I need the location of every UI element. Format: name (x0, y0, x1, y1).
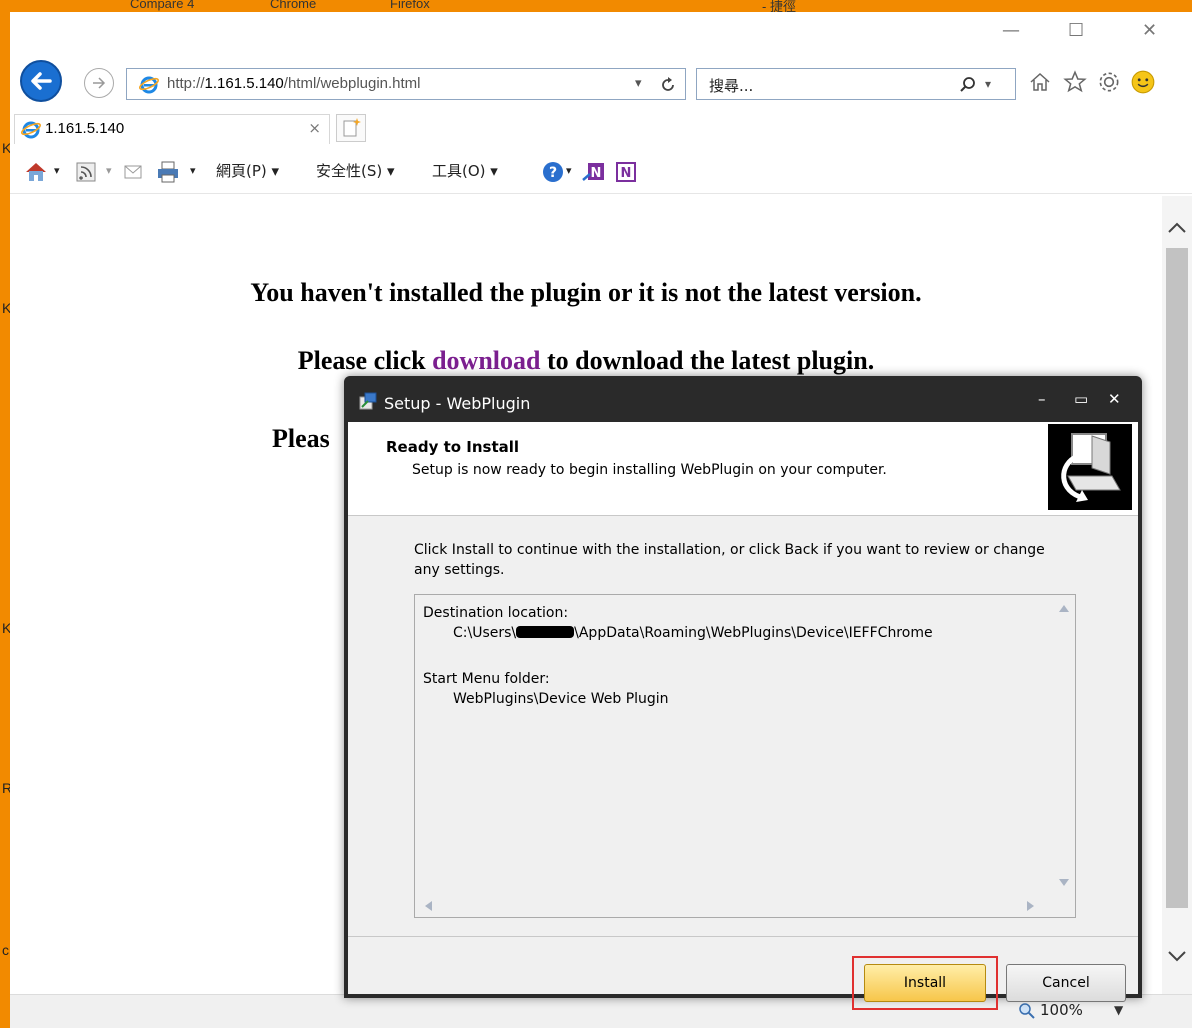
tab-close-icon[interactable]: × (308, 119, 321, 137)
taskbar-item[interactable]: Compare 4 (130, 0, 194, 11)
svg-text:?: ? (549, 165, 557, 181)
dialog-minimize-button[interactable]: – (1038, 390, 1046, 408)
taskbar-item[interactable]: Firefox (390, 0, 430, 11)
page-menu[interactable]: 網頁(P) ▾ (216, 160, 279, 181)
close-button[interactable]: ✕ (1142, 20, 1157, 41)
destination-path-suffix: \AppData\Roaming\WebPlugins\Device\IEFFC… (574, 625, 933, 641)
download-instruction: Please click download to download the la… (10, 346, 1162, 376)
address-url[interactable]: http://1.161.5.140/html/webplugin.html (167, 75, 421, 92)
gear-icon[interactable] (1096, 69, 1122, 95)
maximize-button[interactable]: ☐ (1068, 20, 1084, 41)
search-input[interactable]: 搜尋... (709, 75, 753, 96)
help-icon[interactable]: ? (542, 161, 564, 183)
onenote-send-icon[interactable]: N (582, 160, 606, 184)
dialog-header: Ready to Install Setup is now ready to b… (348, 422, 1138, 516)
scroll-up-icon[interactable] (1166, 220, 1188, 236)
mail-icon[interactable] (124, 164, 142, 180)
setup-app-icon (359, 392, 377, 410)
redacted-username (516, 626, 575, 638)
setup-dialog: Setup - WebPlugin – ▭ ✕ Ready to Install… (344, 376, 1142, 1010)
tools-menu[interactable]: 工具(O) ▾ (432, 160, 498, 181)
smiley-feedback-icon[interactable] (1130, 69, 1156, 95)
dialog-title: Setup - WebPlugin (384, 394, 531, 413)
url-host: 1.161.5.140 (204, 75, 284, 92)
start-menu-label: Start Menu folder: (423, 671, 550, 687)
home-icon[interactable] (1028, 70, 1052, 94)
computer-install-icon (1061, 433, 1121, 502)
download-link[interactable]: download (432, 346, 540, 375)
partial-instruction: Pleas (272, 424, 330, 453)
download-text-after: to download the latest plugin. (540, 346, 875, 375)
search-box[interactable]: 搜尋... ▾ (696, 68, 1016, 100)
address-bar[interactable]: http://1.161.5.140/html/webplugin.html ▾ (126, 68, 686, 100)
ie-logo-icon (139, 76, 159, 94)
destination-label: Destination location: (423, 605, 569, 621)
installer-logo (1048, 424, 1132, 510)
forward-button[interactable] (84, 68, 114, 98)
url-path: /html/webplugin.html (283, 75, 421, 92)
svg-text:N: N (621, 166, 632, 181)
zoom-icon[interactable] (1018, 1002, 1036, 1020)
destination-path: C:\Users\ \AppData\Roaming\WebPlugins\Dev… (453, 625, 933, 641)
dialog-maximize-button[interactable]: ▭ (1074, 390, 1088, 408)
search-icon[interactable] (959, 76, 977, 94)
ready-to-install-subtitle: Setup is now ready to begin installing W… (412, 462, 887, 478)
url-scheme: http:// (167, 75, 205, 92)
home-command-icon[interactable] (24, 161, 48, 183)
ie-tab-icon (21, 121, 41, 139)
install-instructions: Click Install to continue with the insta… (414, 542, 1045, 578)
cancel-button[interactable]: Cancel (1006, 964, 1126, 1002)
start-menu-folder: WebPlugins\Device Web Plugin (453, 691, 669, 707)
address-dropdown-icon[interactable]: ▾ (635, 76, 642, 91)
print-icon[interactable] (156, 160, 180, 184)
memo-horizontal-scrollbar[interactable] (415, 895, 1075, 917)
tab-title: 1.161.5.140 (45, 120, 125, 137)
zoom-dropdown-icon[interactable]: ▼ (1114, 1003, 1123, 1017)
memo-scroll-up-icon[interactable] (1059, 605, 1069, 612)
svg-text:N: N (591, 166, 602, 181)
home-dropdown-icon[interactable]: ▾ (54, 164, 60, 177)
dialog-separator (348, 936, 1138, 937)
destination-path-prefix: C:\Users\ (453, 625, 517, 641)
ready-to-install-heading: Ready to Install (386, 438, 520, 456)
safety-menu[interactable]: 安全性(S) ▾ (316, 160, 395, 181)
new-tab-icon (343, 118, 361, 137)
download-text-before: Please click (297, 346, 433, 375)
feeds-dropdown-icon[interactable]: ▾ (106, 164, 112, 177)
command-bar: ▾ ▾ ▾ 網頁(P) ▾ 安全性(S) ▾ 工具(O) ▾ ? ▾ N N (10, 152, 1192, 194)
dialog-close-button[interactable]: ✕ (1108, 390, 1121, 408)
feeds-icon[interactable] (76, 162, 96, 182)
dialog-body: Ready to Install Setup is now ready to b… (348, 422, 1138, 1010)
search-dropdown-icon[interactable]: ▾ (985, 77, 991, 91)
arrow-left-icon (31, 72, 52, 90)
refresh-icon[interactable] (659, 76, 677, 94)
favorites-star-icon[interactable] (1062, 69, 1088, 95)
background-letter: c (2, 942, 9, 958)
minimize-button[interactable]: — (1002, 20, 1020, 41)
memo-vertical-scrollbar[interactable] (1053, 595, 1075, 897)
help-dropdown-icon[interactable]: ▾ (566, 164, 572, 177)
zoom-level[interactable]: 100% (1040, 1001, 1083, 1019)
scrollbar-thumb[interactable] (1166, 248, 1188, 908)
install-summary-memo[interactable]: Destination location: C:\Users\ \AppData\… (414, 594, 1076, 918)
back-button[interactable] (20, 60, 62, 102)
memo-scroll-right-icon[interactable] (1027, 901, 1034, 911)
browser-tab[interactable]: 1.161.5.140 × (14, 114, 330, 144)
print-dropdown-icon[interactable]: ▾ (190, 164, 196, 177)
memo-scroll-down-icon[interactable] (1059, 879, 1069, 886)
taskbar-strip: Compare 4 Chrome Firefox - 捷徑 (0, 0, 1192, 14)
taskbar-item[interactable]: Chrome (270, 0, 316, 11)
memo-scroll-left-icon[interactable] (425, 901, 432, 911)
arrow-right-icon (93, 77, 106, 89)
new-tab-button[interactable] (336, 114, 366, 142)
plugin-warning-heading: You haven't installed the plugin or it i… (250, 278, 922, 307)
onenote-linked-icon[interactable]: N (614, 160, 638, 184)
scroll-down-icon[interactable] (1166, 948, 1188, 964)
install-button[interactable]: Install (864, 964, 986, 1002)
